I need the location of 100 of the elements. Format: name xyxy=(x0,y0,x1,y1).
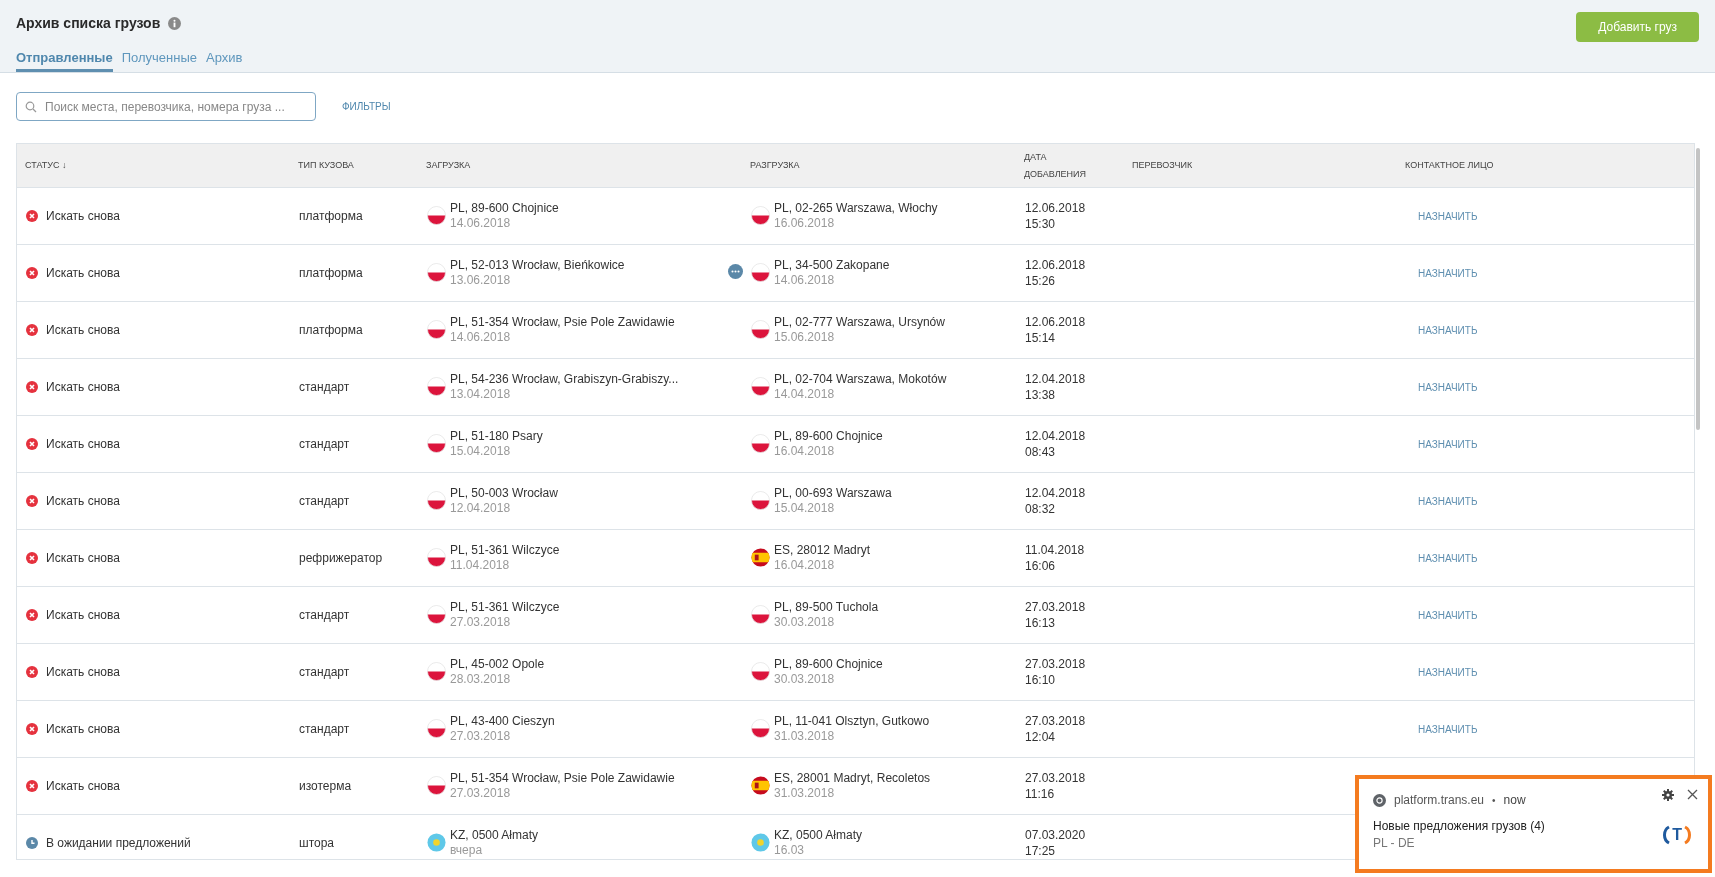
loading-date: 13.06.2018 xyxy=(450,273,512,288)
flag-icon xyxy=(427,491,446,510)
loading-date: 11.04.2018 xyxy=(450,558,511,573)
flag-icon xyxy=(751,776,770,795)
error-icon xyxy=(26,267,38,279)
error-icon xyxy=(26,723,38,735)
add-cargo-button[interactable]: Добавить груз xyxy=(1576,12,1699,42)
added-time: 12:04 xyxy=(1025,729,1057,745)
unloading-date: 16.04.2018 xyxy=(774,444,836,459)
assign-link[interactable]: НАЗНАЧИТЬ xyxy=(1418,553,1478,564)
added-date: 11.04.2018 xyxy=(1025,542,1086,558)
search-field[interactable]: Поиск места, перевозчика, номера груза ... xyxy=(16,92,316,121)
loading-place: PL, 45-002 Opole xyxy=(450,657,545,672)
status-text: Искать снова xyxy=(46,778,120,795)
body-type-cell-text: стандарт xyxy=(299,664,351,681)
unloading-date: 16.03 xyxy=(774,843,806,858)
added-date: 12.04.2018 xyxy=(1025,428,1087,444)
loading-place: PL, 51-354 Wrocław, Psie Pole Zawidawie xyxy=(450,771,675,786)
notification-title: Новые предложения грузов (4) xyxy=(1373,818,1545,835)
body-type-cell-text: штора xyxy=(299,835,335,852)
loading-date: 13.04.2018 xyxy=(450,387,512,402)
added-date: 12.06.2018 xyxy=(1025,314,1087,330)
assign-link[interactable]: НАЗНАЧИТЬ xyxy=(1418,496,1478,507)
flag-icon xyxy=(751,320,770,339)
error-icon xyxy=(26,609,38,621)
app-logo: T xyxy=(1662,823,1692,847)
loading-date: 12.04.2018 xyxy=(450,501,512,516)
added-date: 27.03.2018 xyxy=(1025,656,1087,672)
assign-link[interactable]: НАЗНАЧИТЬ xyxy=(1418,382,1478,393)
loading-date: вчера xyxy=(450,843,484,858)
unloading-date: 16.06.2018 xyxy=(774,216,836,231)
flag-icon xyxy=(427,548,446,567)
tab[interactable]: Полученные xyxy=(121,46,197,72)
filters-link[interactable]: ФИЛЬТРЫ xyxy=(342,99,391,114)
notification-source: platform.trans.eu xyxy=(1394,792,1485,809)
assign-link[interactable]: НАЗНАЧИТЬ xyxy=(1418,268,1478,279)
more-icon[interactable] xyxy=(728,264,743,279)
loading-date: 27.03.2018 xyxy=(450,729,512,744)
flag-icon xyxy=(427,263,446,282)
flag-icon xyxy=(427,662,446,681)
added-date: 07.03.2020 xyxy=(1025,827,1087,843)
close-icon[interactable] xyxy=(1687,789,1698,800)
notification-time: now xyxy=(1503,792,1526,809)
unloading-place: PL, 11-041 Olsztyn, Gutkowo xyxy=(774,714,930,729)
error-icon xyxy=(26,381,38,393)
status-text: В ожидании предложений xyxy=(46,835,191,852)
added-time: 15:26 xyxy=(1025,273,1057,289)
body-type-cell-text: платформа xyxy=(299,322,364,339)
column-header[interactable]: СТАТУС ↓ xyxy=(25,157,298,174)
assign-link[interactable]: НАЗНАЧИТЬ xyxy=(1418,325,1478,336)
column-header: ТИП КУЗОВА xyxy=(298,159,355,172)
unloading-date: 16.04.2018 xyxy=(774,558,836,573)
error-icon xyxy=(26,438,38,450)
loading-place: KZ, 0500 Ałmaty xyxy=(450,828,539,843)
added-date: 12.06.2018 xyxy=(1025,200,1087,216)
added-time: 08:32 xyxy=(1025,501,1057,517)
clock-icon xyxy=(26,837,38,849)
flag-icon xyxy=(751,662,770,681)
unloading-date: 31.03.2018 xyxy=(774,786,836,801)
added-time: 13:38 xyxy=(1025,387,1057,403)
flag-icon xyxy=(751,719,770,738)
unloading-place: PL, 00-693 Warszawa xyxy=(774,486,892,501)
added-time: 11:16 xyxy=(1025,786,1056,802)
added-time: 16:13 xyxy=(1025,615,1057,631)
scrollbar[interactable] xyxy=(1696,148,1700,430)
loading-place: PL, 51-180 Psary xyxy=(450,429,543,444)
status-text: Искать снова xyxy=(46,322,120,339)
tab[interactable]: Отправленные xyxy=(16,46,113,72)
tab[interactable]: Архив xyxy=(206,46,243,72)
unloading-date: 15.04.2018 xyxy=(774,501,836,516)
flag-icon xyxy=(751,491,770,510)
added-time: 16:10 xyxy=(1025,672,1057,688)
body-type-cell-text: стандарт xyxy=(299,379,351,396)
error-icon xyxy=(26,324,38,336)
settings-icon[interactable] xyxy=(1662,789,1674,801)
browser-icon xyxy=(1373,793,1386,807)
flag-icon xyxy=(751,377,770,396)
unloading-place: PL, 89-600 Chojnice xyxy=(774,657,883,672)
search-icon xyxy=(25,101,37,113)
error-icon xyxy=(26,666,38,678)
added-date: 27.03.2018 xyxy=(1025,713,1087,729)
flag-icon xyxy=(751,605,770,624)
added-time: 16:06 xyxy=(1025,558,1057,574)
info-icon[interactable] xyxy=(168,17,182,30)
status-text: Искать снова xyxy=(46,493,120,510)
added-date: 12.06.2018 xyxy=(1025,257,1087,273)
flag-icon xyxy=(427,776,446,795)
notification-body: PL - DE xyxy=(1373,835,1416,852)
flag-icon xyxy=(751,263,770,282)
unloading-place: PL, 02-265 Warszawa, Włochy xyxy=(774,201,938,216)
assign-link[interactable]: НАЗНАЧИТЬ xyxy=(1418,667,1478,678)
flag-icon xyxy=(427,833,446,852)
assign-link[interactable]: НАЗНАЧИТЬ xyxy=(1418,610,1478,621)
added-time: 08:43 xyxy=(1025,444,1057,460)
body-type-cell-text: стандарт xyxy=(299,607,351,624)
assign-link[interactable]: НАЗНАЧИТЬ xyxy=(1418,724,1478,735)
unloading-place: PL, 02-704 Warszawa, Mokotów xyxy=(774,372,947,387)
assign-link[interactable]: НАЗНАЧИТЬ xyxy=(1418,439,1478,450)
assign-link[interactable]: НАЗНАЧИТЬ xyxy=(1418,211,1478,222)
column-header: ДАТА ДОБАВЛЕНИЯ xyxy=(1024,150,1088,181)
